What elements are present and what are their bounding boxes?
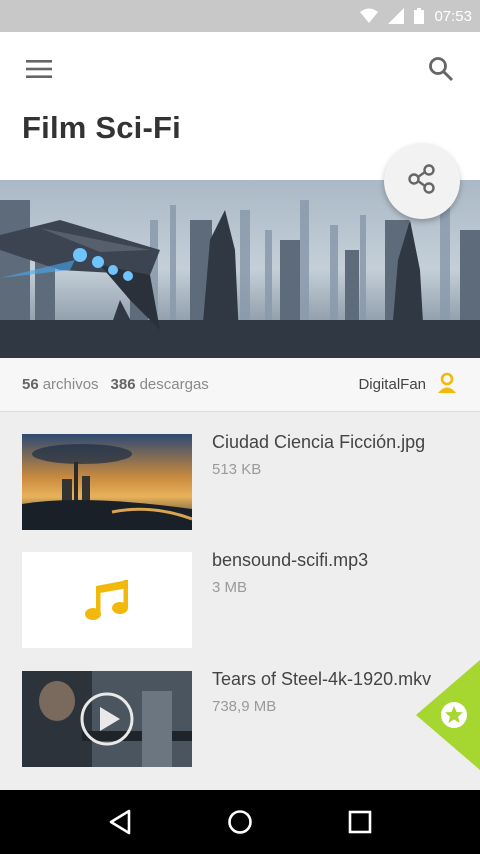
- recents-button[interactable]: [340, 802, 380, 842]
- author-name: DigitalFan: [358, 376, 426, 393]
- back-button[interactable]: [100, 802, 140, 842]
- file-size: 738,9 MB: [212, 698, 277, 715]
- recents-icon: [348, 810, 372, 834]
- file-size: 3 MB: [212, 579, 248, 596]
- battery-icon: [414, 8, 425, 24]
- system-navigation-bar: [0, 790, 480, 854]
- user-icon: [436, 372, 458, 398]
- share-icon: [407, 163, 437, 199]
- author-link[interactable]: DigitalFan: [358, 372, 458, 398]
- share-button[interactable]: [384, 143, 460, 219]
- list-item[interactable]: Tears of Steel-4k-1920.mkv 738,9 MB: [0, 649, 480, 767]
- file-list: Ciudad Ciencia Ficción.jpg 513 KB bensou…: [0, 412, 480, 790]
- downloads-label: descargas: [139, 376, 209, 393]
- video-thumbnail: [22, 671, 192, 767]
- folder-stats-bar: 56 archivos 386 descargas DigitalFan: [0, 358, 480, 412]
- hamburger-menu-icon[interactable]: [22, 54, 56, 84]
- wifi-icon: [360, 8, 379, 24]
- favorite-corner-button[interactable]: [416, 660, 480, 770]
- file-name: bensound-scifi.mp3: [212, 550, 369, 570]
- audio-thumbnail: [22, 552, 192, 648]
- signal-icon: [388, 8, 405, 24]
- files-count: 56: [22, 376, 39, 393]
- downloads-stat: 386 descargas: [111, 376, 209, 393]
- downloads-count: 386: [110, 376, 136, 393]
- image-thumbnail: [22, 434, 192, 530]
- file-size: 513 KB: [212, 461, 262, 478]
- home-button[interactable]: [220, 802, 260, 842]
- page-title: Film Sci-Fi: [22, 110, 181, 145]
- file-name: Tears of Steel-4k-1920.mkv: [212, 669, 432, 689]
- files-stat: 56 archivos: [22, 376, 99, 393]
- files-label: archivos: [42, 376, 99, 393]
- clock: 07:53: [434, 7, 472, 25]
- status-bar: 07:53: [0, 0, 480, 32]
- file-name: Ciudad Ciencia Ficción.jpg: [212, 432, 426, 452]
- search-icon[interactable]: [424, 52, 458, 86]
- list-item[interactable]: bensound-scifi.mp3 3 MB: [0, 530, 480, 648]
- home-icon: [228, 810, 252, 834]
- back-icon: [109, 809, 131, 835]
- list-item[interactable]: Ciudad Ciencia Ficción.jpg 513 KB: [0, 412, 480, 530]
